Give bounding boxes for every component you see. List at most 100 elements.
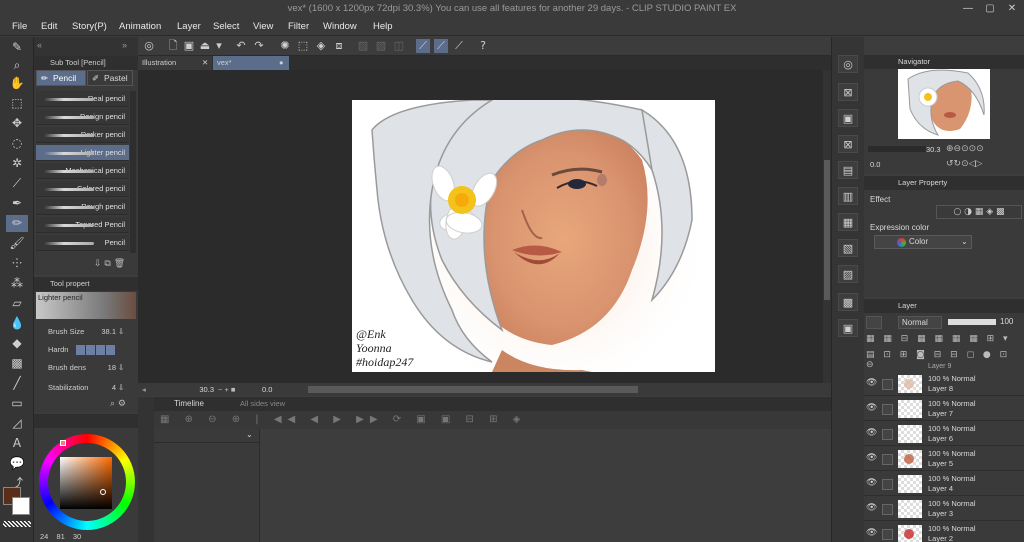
material-body-icon[interactable]: ▤: [838, 161, 858, 179]
brush-colored-pencil[interactable]: Colored pencil: [36, 181, 129, 197]
timeline-controls[interactable]: ▦ ⊕ ⊖ ⊕ | ◀◀ ◀ ▶ ▶▶ ⟳ ▣ ▣ ⊟ ⊞ ◈: [154, 411, 831, 429]
menu-filter[interactable]: Filter: [288, 17, 309, 36]
lock-toggle[interactable]: [882, 529, 893, 540]
brush-rough-pencil[interactable]: Rough pencil: [36, 199, 129, 215]
tab-pastel[interactable]: ✐ Pastel: [87, 70, 133, 86]
transform-icon[interactable]: ⧈: [332, 39, 346, 53]
layer-row[interactable]: 👁 100 % Normal Layer 3: [864, 497, 1024, 521]
layer-color-icon[interactable]: [866, 316, 882, 329]
minimize-button[interactable]: —: [957, 0, 979, 17]
zoom-controls-icon[interactable]: − + ■: [218, 383, 235, 396]
hand-icon[interactable]: ✋: [6, 75, 28, 92]
visibility-eye-icon[interactable]: 👁: [866, 503, 878, 513]
close-tab-icon[interactable]: ✕: [202, 56, 208, 70]
auto-select-icon[interactable]: ✲: [6, 155, 28, 172]
layer-row[interactable]: 👁 100 % Normal Layer 8: [864, 372, 1024, 396]
operation-icon[interactable]: ⬚: [6, 95, 28, 112]
layer-actions-icons[interactable]: ▤ ⊡ ⊞ ◙ ⊟ ⊟ ◻ ● ⊡ ⊖: [866, 350, 1022, 370]
navigator-zoom-slider[interactable]: [868, 146, 926, 152]
material-photo-icon[interactable]: ▩: [838, 293, 858, 311]
gradient-icon[interactable]: ▩: [6, 355, 28, 372]
material-pattern-icon[interactable]: ⊠: [838, 135, 858, 153]
brush-real-pencil[interactable]: Real pencil: [36, 91, 129, 107]
navigator-thumbnail[interactable]: [898, 69, 990, 139]
layer-row[interactable]: 👁 100 % Normal Layer 5: [864, 447, 1024, 471]
material-icon[interactable]: ◎: [838, 55, 858, 73]
visibility-eye-icon[interactable]: 👁: [866, 403, 878, 413]
decoration-icon[interactable]: ⁂: [6, 275, 28, 292]
undo-icon[interactable]: ↶: [234, 39, 248, 53]
layer-row[interactable]: 👁 100 % Normal Layer 6: [864, 422, 1024, 446]
invert-icon[interactable]: ▧: [374, 39, 388, 53]
snap-grid-icon[interactable]: ⟋: [452, 39, 466, 53]
brush-size-value[interactable]: 38.1: [90, 324, 116, 340]
layer-list[interactable]: 👁 100 % Normal Layer 8 👁 100 % Normal Layer 7…: [864, 372, 1024, 542]
saturation-value-square[interactable]: [60, 457, 112, 509]
layer-row[interactable]: 👁 100 % Normal Layer 2: [864, 522, 1024, 542]
balloon-icon[interactable]: 💬: [6, 455, 28, 472]
menu-edit[interactable]: Edit: [41, 17, 57, 36]
expression-color-select[interactable]: Color ⌄: [874, 235, 972, 249]
density-icon[interactable]: ⇩: [118, 360, 124, 376]
lock-toggle[interactable]: [882, 504, 893, 515]
density-value[interactable]: 18: [90, 360, 116, 376]
visibility-eye-icon[interactable]: 👁: [866, 528, 878, 538]
visibility-eye-icon[interactable]: 👁: [866, 453, 878, 463]
menu-window[interactable]: Window: [323, 17, 357, 36]
deselect-icon[interactable]: ▨: [356, 39, 370, 53]
brush-icon[interactable]: 🖌: [6, 235, 28, 252]
eraser-icon[interactable]: ▱: [6, 295, 28, 312]
material-brush-icon[interactable]: ▨: [838, 265, 858, 283]
timeline-track-area[interactable]: [259, 429, 831, 542]
blend-icon[interactable]: 💧: [6, 315, 28, 332]
save-dropdown-icon[interactable]: ▾: [212, 39, 226, 53]
visibility-eye-icon[interactable]: 👁: [866, 428, 878, 438]
figure-icon[interactable]: ╱: [6, 375, 28, 392]
brush-size-icon[interactable]: ⇩: [118, 324, 124, 340]
tab-illustration[interactable]: Illustration ✕: [138, 56, 212, 70]
tab-pencil[interactable]: ✏ Pencil: [36, 70, 86, 86]
menu-view[interactable]: View: [253, 17, 273, 36]
hardness-row[interactable]: Hardn: [36, 342, 136, 358]
save-icon[interactable]: ⏏: [198, 39, 212, 53]
fill-command-icon[interactable]: ◈: [314, 39, 328, 53]
nav-left-icon[interactable]: ◂: [142, 383, 146, 396]
zoom-icon[interactable]: ⌕: [6, 57, 28, 74]
move-layer-icon[interactable]: ✥: [6, 115, 28, 132]
opacity-value[interactable]: 100: [1000, 317, 1013, 326]
opacity-slider[interactable]: [948, 319, 996, 325]
stabilization-value[interactable]: 4: [90, 380, 116, 396]
layer-toolbar-icons[interactable]: ▦ ▦ ⊟ ▦ ▦ ▦ ▦ ⊞ ▾: [866, 334, 1022, 348]
airbrush-icon[interactable]: ⸭: [6, 255, 28, 272]
blend-mode-select[interactable]: Normal: [898, 316, 942, 329]
brush-darker-pencil[interactable]: Darker pencil: [36, 127, 129, 143]
tool-property-settings-icon[interactable]: ⌕ ⚙: [110, 399, 126, 409]
navigator-angle-value[interactable]: 0.0: [870, 160, 880, 169]
layer-row[interactable]: 👁 100 % Normal Layer 4: [864, 472, 1024, 496]
menu-animation[interactable]: Animation: [119, 17, 161, 36]
fill-icon[interactable]: ◆: [6, 335, 28, 352]
maximize-button[interactable]: ▢: [979, 0, 1001, 17]
effect-buttons[interactable]: ○ ◑ ▦ ◈ ▩: [936, 205, 1022, 219]
timeline-dropdown[interactable]: ⌄: [154, 429, 259, 443]
text-icon[interactable]: A: [6, 435, 28, 452]
lock-toggle[interactable]: [882, 454, 893, 465]
ruler-icon[interactable]: ◿: [6, 415, 28, 432]
clip-studio-icon[interactable]: ◎: [142, 39, 156, 53]
stabilization-row[interactable]: Stabilization 4 ⇩: [36, 380, 136, 396]
density-row[interactable]: Brush dens 18 ⇩: [36, 360, 136, 376]
material-3d-icon[interactable]: ▧: [838, 239, 858, 257]
eyedropper-icon[interactable]: ⟋: [6, 175, 28, 192]
stabilization-icon[interactable]: ⇩: [118, 380, 124, 396]
zoom-value[interactable]: 30.3: [184, 383, 214, 396]
canvas-vertical-scrollbar[interactable]: [823, 70, 831, 383]
new-icon[interactable]: 🗋: [166, 39, 180, 53]
pen-tool-icon[interactable]: ✎: [6, 39, 28, 56]
navigator-zoom-buttons-icon[interactable]: ⊕⊖⊙⊙⊙: [946, 144, 984, 154]
snap-special-ruler-icon[interactable]: ⟋: [434, 39, 448, 53]
canvas-artwork[interactable]: @Enk Yoonna #hoidap247: [352, 100, 715, 372]
selection-icon[interactable]: ◌: [6, 135, 28, 152]
transparent-color-icon[interactable]: [3, 521, 31, 527]
hardness-slider[interactable]: [76, 345, 116, 355]
menu-file[interactable]: File: [12, 17, 27, 36]
